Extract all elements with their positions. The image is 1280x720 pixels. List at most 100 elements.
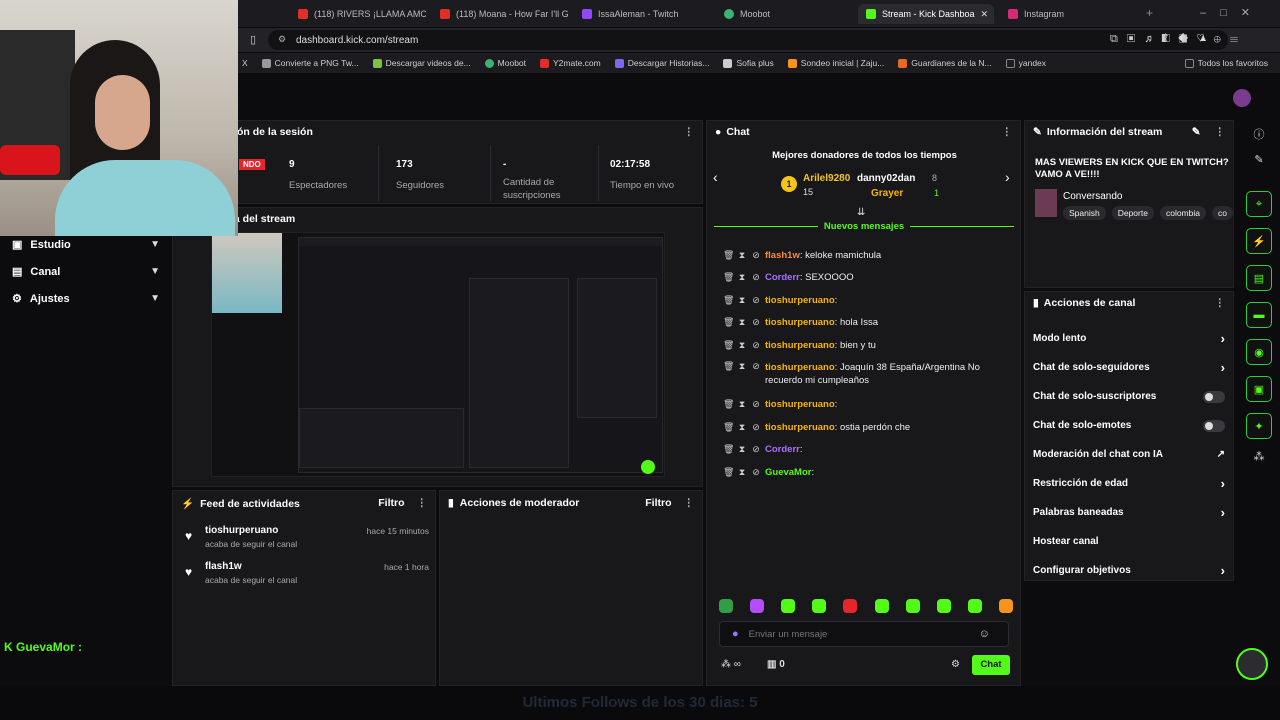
more-options-icon[interactable]: ⋮ xyxy=(417,497,428,509)
tab-kick-dashboard[interactable]: Stream - Kick Dashboa ✕ xyxy=(858,4,994,24)
emote-icon[interactable] xyxy=(998,599,1013,613)
more-options-icon[interactable]: ⋮ xyxy=(684,126,695,138)
layers-icon[interactable]: ▤ xyxy=(1246,265,1272,291)
emote-icon[interactable] xyxy=(905,599,920,613)
emote-icon[interactable] xyxy=(719,599,733,613)
new-tab-icon[interactable]: + xyxy=(1146,6,1153,20)
more-options-icon[interactable]: ⋮ xyxy=(1215,297,1226,309)
timeout-icon[interactable]: ⧗ xyxy=(737,467,747,478)
ban-icon[interactable]: ⊘ xyxy=(751,272,761,283)
close-tab-icon[interactable]: ✕ xyxy=(981,9,989,20)
info-icon[interactable]: ⓘ xyxy=(1254,126,1265,142)
timeout-icon[interactable]: ⧗ xyxy=(737,272,747,283)
bookmark-icon[interactable]: ▯ xyxy=(250,33,256,46)
channel-action-item[interactable]: Configurar objetivos › xyxy=(1025,556,1233,585)
trash-icon[interactable]: 🗑 xyxy=(723,399,734,410)
channel-action-item[interactable]: Palabras baneadas › xyxy=(1025,498,1233,527)
message-input[interactable]: ● ☺ xyxy=(719,621,1009,647)
more-options-icon[interactable]: ⋮ xyxy=(1215,126,1226,138)
trash-icon[interactable]: 🗑 xyxy=(723,467,734,478)
url-field[interactable]: ⚙ dashboard.kick.com/stream ⌕⇪◆▲ xyxy=(268,30,1228,50)
bookmark-sondeo[interactable]: Sondeo inicial | Zaju... xyxy=(787,58,884,68)
channel-action-item[interactable]: Chat de solo-suscriptores xyxy=(1025,382,1233,411)
extension-icons[interactable]: ⧉▣♫◧◨♡⊕☰ xyxy=(1110,33,1247,46)
user-avatar[interactable] xyxy=(1233,89,1251,107)
channel-action-item[interactable]: Moderación del chat con IA ↗ xyxy=(1025,440,1233,469)
send-chat-button[interactable]: Chat xyxy=(972,655,1010,675)
points-icon[interactable]: ⁂ ∞ xyxy=(721,659,741,670)
more-options-icon[interactable]: ⋮ xyxy=(684,497,695,509)
message-field[interactable] xyxy=(748,628,969,640)
site-settings-icon[interactable]: ⚙ xyxy=(278,34,286,45)
toggle-switch[interactable] xyxy=(1203,390,1225,403)
bookmark-moobot[interactable]: Moobot xyxy=(484,58,526,68)
window-controls[interactable]: –□✕ xyxy=(1200,6,1264,19)
timeout-icon[interactable]: ⧗ xyxy=(737,340,747,351)
chat-username[interactable]: Corderr xyxy=(765,444,800,455)
channel-action-item[interactable]: Chat de solo-seguidores › xyxy=(1025,353,1233,382)
timeout-icon[interactable]: ⧗ xyxy=(737,250,747,261)
chevron-left-icon[interactable]: ‹ xyxy=(713,169,718,185)
trash-icon[interactable]: 🗑 xyxy=(723,422,734,433)
emote-icon[interactable] xyxy=(936,599,951,613)
ban-icon[interactable]: ⊘ xyxy=(751,361,761,372)
bookmark-guardianes[interactable]: Guardianes de la N... xyxy=(898,58,992,68)
emoji-icon[interactable]: ☺ xyxy=(979,628,990,640)
timeout-icon[interactable]: ⧗ xyxy=(737,295,747,306)
ban-icon[interactable]: ⊘ xyxy=(751,340,761,351)
chat-username[interactable]: tioshurperuano xyxy=(765,317,835,328)
chevron-right-icon[interactable]: › xyxy=(1005,169,1010,185)
pencil-icon[interactable]: ✎ xyxy=(1254,153,1263,166)
emote-icon[interactable] xyxy=(843,599,858,613)
emote-icon[interactable] xyxy=(750,599,765,613)
timeout-icon[interactable]: ⧗ xyxy=(737,422,747,433)
chat-username[interactable]: GuevaMor xyxy=(765,467,811,478)
scroll-down-icon[interactable]: ⇊ xyxy=(857,207,865,218)
ban-icon[interactable]: ⊘ xyxy=(751,422,761,433)
timeout-icon[interactable]: ⧗ xyxy=(737,361,747,372)
chat-username[interactable]: tioshurperuano xyxy=(765,295,835,306)
toggle-switch[interactable] xyxy=(1203,419,1225,432)
edit-icon[interactable]: ✎ xyxy=(1192,126,1201,138)
tab-moobot[interactable]: Moobot xyxy=(716,4,852,24)
timeout-icon[interactable]: ⧗ xyxy=(737,317,747,328)
tab-moana[interactable]: (118) Moana - How Far I'll Go xyxy=(432,4,568,24)
apps-icon[interactable]: ⁂ xyxy=(1254,450,1265,463)
tab-rivers[interactable]: (118) RIVERS ¡LLAMA AMO xyxy=(290,4,426,24)
ban-icon[interactable]: ⊘ xyxy=(751,467,761,478)
more-options-icon[interactable]: ⋮ xyxy=(1002,126,1013,138)
channel-action-item[interactable]: Hostear canal xyxy=(1025,527,1233,556)
tab-twitch[interactable]: IssaAleman - Twitch xyxy=(574,4,710,24)
chat-username[interactable]: tioshurperuano xyxy=(765,399,835,410)
bookmark-videos[interactable]: Descargar videos de... xyxy=(372,58,471,68)
ban-icon[interactable]: ⊘ xyxy=(751,444,761,455)
trash-icon[interactable]: 🗑 xyxy=(723,295,734,306)
bolt-icon[interactable]: ⚡ xyxy=(1246,228,1272,254)
trash-icon[interactable]: 🗑 xyxy=(723,272,734,283)
chat-username[interactable]: flash1w xyxy=(765,250,800,261)
bookmark-y2mate[interactable]: Y2mate.com xyxy=(540,58,601,68)
stream-preview-video[interactable] xyxy=(211,232,665,477)
bookmark-yandex[interactable]: yandex xyxy=(1005,58,1046,68)
ban-icon[interactable]: ⊘ xyxy=(751,250,761,261)
wrench-icon[interactable]: ✦ xyxy=(1246,413,1272,439)
timeout-icon[interactable]: ⧗ xyxy=(737,399,747,410)
trash-icon[interactable]: 🗑 xyxy=(723,340,734,351)
emote-icon[interactable] xyxy=(812,599,827,613)
trash-icon[interactable]: 🗑 xyxy=(723,444,734,455)
channel-action-item[interactable]: Restricción de edad › xyxy=(1025,469,1233,498)
sidebar-item-ajustes[interactable]: ⚙ Ajustes ▼ xyxy=(12,285,160,312)
channel-action-item[interactable]: Modo lento › xyxy=(1025,324,1233,353)
bookmark-png[interactable]: Convierte a PNG Tw... xyxy=(261,58,359,68)
channel-action-item[interactable]: Chat de solo-emotes xyxy=(1025,411,1233,440)
bookmark-historias[interactable]: Descargar Historias... xyxy=(614,58,709,68)
chat-username[interactable]: tioshurperuano xyxy=(765,422,835,433)
emote-icon[interactable] xyxy=(781,599,796,613)
chat-username[interactable]: tioshurperuano xyxy=(765,362,835,373)
ban-icon[interactable]: ⊘ xyxy=(751,295,761,306)
sidebar-item-canal[interactable]: ▤ Canal ▼ xyxy=(12,258,160,285)
trash-icon[interactable]: 🗑 xyxy=(723,317,734,328)
emote-icon[interactable] xyxy=(874,599,889,613)
tab-instagram[interactable]: Instagram xyxy=(1000,4,1136,24)
bookmark-sofia[interactable]: Sofia plus xyxy=(723,58,774,68)
